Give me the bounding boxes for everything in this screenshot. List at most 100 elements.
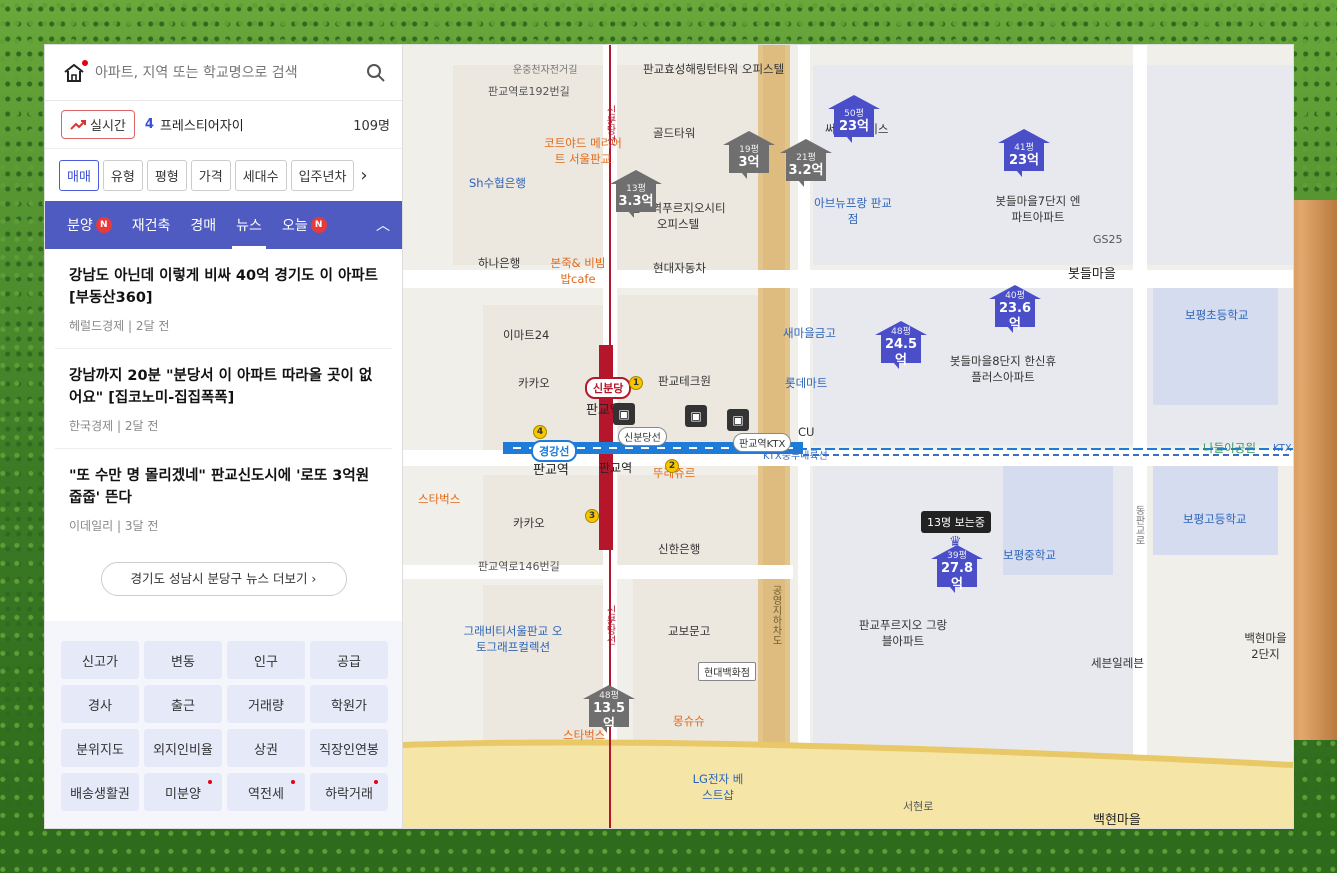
map-label: KTX bbox=[1273, 443, 1292, 454]
map-label[interactable]: 봇들마을7단지 엔파트아파트 bbox=[993, 193, 1083, 225]
new-badge: N bbox=[310, 217, 327, 233]
map-label[interactable]: LG전자 베스트샵 bbox=[688, 771, 748, 803]
quick-slope[interactable]: 경사 bbox=[61, 685, 139, 723]
quick-salary[interactable]: 직장인연봉 bbox=[310, 729, 388, 767]
map-label[interactable]: 교보문고 bbox=[668, 623, 710, 639]
quick-commute[interactable]: 출근 bbox=[144, 685, 222, 723]
map-label[interactable]: 현대백화점 bbox=[698, 662, 756, 681]
tab-reconstruction[interactable]: 재건축 bbox=[122, 201, 181, 249]
map-label[interactable]: Sh수협은행 bbox=[469, 175, 526, 191]
tab-news[interactable]: 뉴스 bbox=[226, 201, 272, 249]
filter-type[interactable]: 유형 bbox=[102, 159, 143, 191]
map-label[interactable]: 골드타워 bbox=[653, 125, 695, 141]
quick-academy[interactable]: 학원가 bbox=[310, 685, 388, 723]
train-icon[interactable]: ▣ bbox=[685, 405, 707, 427]
realtime-rank: 4 bbox=[144, 117, 154, 132]
train-icon[interactable]: ▣ bbox=[613, 403, 635, 425]
trend-up-icon bbox=[70, 119, 86, 130]
app-frame: 실시간 4 프레스티어자이 109명 매매 유형 평형 가격 세대수 입주년차 … bbox=[45, 45, 1293, 828]
exit-badge: 4 bbox=[533, 425, 547, 439]
quick-supply[interactable]: 공급 bbox=[310, 641, 388, 679]
filter-move-in-year[interactable]: 입주년차 bbox=[290, 159, 355, 191]
map-label[interactable]: 판교효성해링턴타워 오피스텔 bbox=[643, 61, 784, 77]
tab-presale[interactable]: 분양 N bbox=[57, 201, 122, 249]
map-label[interactable]: 현대자동차 bbox=[653, 260, 706, 276]
map-label[interactable]: 판교푸르지오 그랑블아파트 bbox=[858, 617, 948, 649]
viewing-count-badge: 13명 보는중 bbox=[921, 511, 991, 533]
price-marker[interactable]: 48평 13.5억 bbox=[583, 685, 635, 733]
map-label[interactable]: 보평고등학교 bbox=[1183, 511, 1246, 527]
map-label[interactable]: 신한은행 bbox=[658, 541, 700, 557]
home-icon[interactable] bbox=[63, 59, 88, 84]
price-marker[interactable]: 39평 27.8억 bbox=[931, 545, 983, 593]
map-label[interactable]: 롯데마트 bbox=[785, 375, 827, 391]
quick-percentile-map[interactable]: 분위지도 bbox=[61, 729, 139, 767]
map-label[interactable]: 이마트24 bbox=[503, 327, 549, 343]
realtime-ranking[interactable]: 실시간 4 프레스티어자이 109명 bbox=[45, 101, 402, 149]
more-news-button[interactable]: 경기도 성남시 분당구 뉴스 더보기 › bbox=[100, 562, 347, 596]
quick-new-high[interactable]: 신고가 bbox=[61, 641, 139, 679]
map-label[interactable]: 하나은행 bbox=[478, 255, 520, 271]
quick-commercial[interactable]: 상권 bbox=[227, 729, 305, 767]
price-marker[interactable]: 48평 24.5억 bbox=[875, 321, 927, 369]
chevron-right-icon[interactable]: › bbox=[360, 165, 367, 186]
search-bar bbox=[45, 45, 402, 101]
map-label[interactable]: 백현마을 2단지 bbox=[1243, 630, 1288, 662]
tab-auction[interactable]: 경매 bbox=[180, 201, 226, 249]
map-label[interactable]: 보평초등학교 bbox=[1185, 307, 1248, 323]
map-view[interactable]: 판교효성해링턴타워 오피스텔 판교역로192번길 운중천자전거길 코트야드 메리… bbox=[403, 45, 1293, 828]
search-icon[interactable] bbox=[366, 63, 386, 83]
map-label[interactable]: CU bbox=[798, 425, 814, 439]
map-label[interactable]: 세븐일레븐 bbox=[1091, 655, 1144, 671]
map-label: 봇들마을 bbox=[1068, 267, 1116, 282]
price-marker[interactable]: 21평 3.2억 bbox=[780, 139, 832, 187]
news-title[interactable]: 강남도 아닌데 이렇게 비싸 40억 경기도 이 아파트 [부동산360] bbox=[69, 265, 378, 309]
chevron-up-icon[interactable]: ︿ bbox=[376, 215, 390, 235]
map-label[interactable]: 스타벅스 bbox=[418, 491, 460, 507]
quick-volume[interactable]: 거래량 bbox=[227, 685, 305, 723]
filter-households[interactable]: 세대수 bbox=[234, 159, 287, 191]
map-label[interactable]: 본죽& 비빔밥cafe bbox=[548, 255, 608, 287]
map-label: 백현마을 bbox=[1093, 813, 1141, 828]
map-label[interactable]: 판교테크원 bbox=[658, 373, 711, 389]
map-label: 서현로 bbox=[903, 800, 934, 813]
news-item[interactable]: "또 수만 명 몰리겠네" 판교신도시에 '로또 3억원 줍줍' 뜬다 이데일리… bbox=[55, 449, 392, 548]
quick-falling-trades[interactable]: 하락거래 bbox=[310, 773, 388, 811]
quick-change[interactable]: 변동 bbox=[144, 641, 222, 679]
quick-delivery[interactable]: 배송생활권 bbox=[61, 773, 139, 811]
filter-price[interactable]: 가격 bbox=[190, 159, 231, 191]
map-label[interactable]: 카카오 bbox=[518, 375, 550, 391]
news-item[interactable]: 강남도 아닌데 이렇게 비싸 40억 경기도 이 아파트 [부동산360] 헤럴… bbox=[55, 249, 392, 349]
map-label[interactable]: 신분당 bbox=[585, 377, 632, 399]
quick-population[interactable]: 인구 bbox=[227, 641, 305, 679]
realtime-button[interactable]: 실시간 bbox=[61, 110, 135, 139]
map-label[interactable]: 보평중학교 bbox=[1003, 547, 1056, 563]
map-label[interactable]: 카카오 bbox=[513, 515, 545, 531]
price-marker[interactable]: 19평 3억 bbox=[723, 131, 775, 179]
map-label[interactable]: 나들이공원 bbox=[1203, 440, 1256, 456]
map-label[interactable]: 아브뉴프랑 판교점 bbox=[813, 195, 893, 227]
map-label[interactable]: 몽슈슈 bbox=[673, 713, 705, 729]
train-icon[interactable]: ▣ bbox=[727, 409, 749, 431]
map-label: KTX중부내륙선 bbox=[763, 451, 828, 462]
search-input[interactable] bbox=[95, 64, 366, 81]
news-title[interactable]: "또 수만 명 몰리겠네" 판교신도시에 '로또 3억원 줍줍' 뜬다 bbox=[69, 465, 378, 509]
price-marker[interactable]: 41평 23억 bbox=[998, 129, 1050, 177]
tab-today[interactable]: 오늘 N bbox=[272, 201, 337, 249]
map-label[interactable]: 봇들마을8단지 한신휴플러스아파트 bbox=[948, 353, 1058, 385]
quick-unsold[interactable]: 미분양 bbox=[144, 773, 222, 811]
price-marker[interactable]: 50평 23억 bbox=[828, 95, 880, 143]
map-label: GS25 bbox=[1093, 233, 1123, 246]
news-item[interactable]: 강남까지 20분 "분당서 이 아파트 따라올 곳이 없어요" [집코노미-집집… bbox=[55, 349, 392, 449]
quick-outsider-ratio[interactable]: 외지인비율 bbox=[144, 729, 222, 767]
map-label: 판교역로146번길 bbox=[478, 560, 560, 573]
quick-reverse-jeonse[interactable]: 역전세 bbox=[227, 773, 305, 811]
price-marker[interactable]: 13평 3.3억 bbox=[610, 170, 662, 218]
news-title[interactable]: 강남까지 20분 "분당서 이 아파트 따라올 곳이 없어요" [집코노미-집집… bbox=[69, 365, 378, 409]
price-marker[interactable]: 40평 23.6억 bbox=[989, 285, 1041, 333]
filter-size[interactable]: 평형 bbox=[146, 159, 187, 191]
map-label[interactable]: 그래비티서울판교 오토그래프컬렉션 bbox=[463, 623, 563, 655]
map-label[interactable]: 신분당선 bbox=[618, 427, 667, 446]
map-label[interactable]: 새마을금고 bbox=[783, 325, 836, 341]
filter-sale[interactable]: 매매 bbox=[59, 159, 99, 191]
